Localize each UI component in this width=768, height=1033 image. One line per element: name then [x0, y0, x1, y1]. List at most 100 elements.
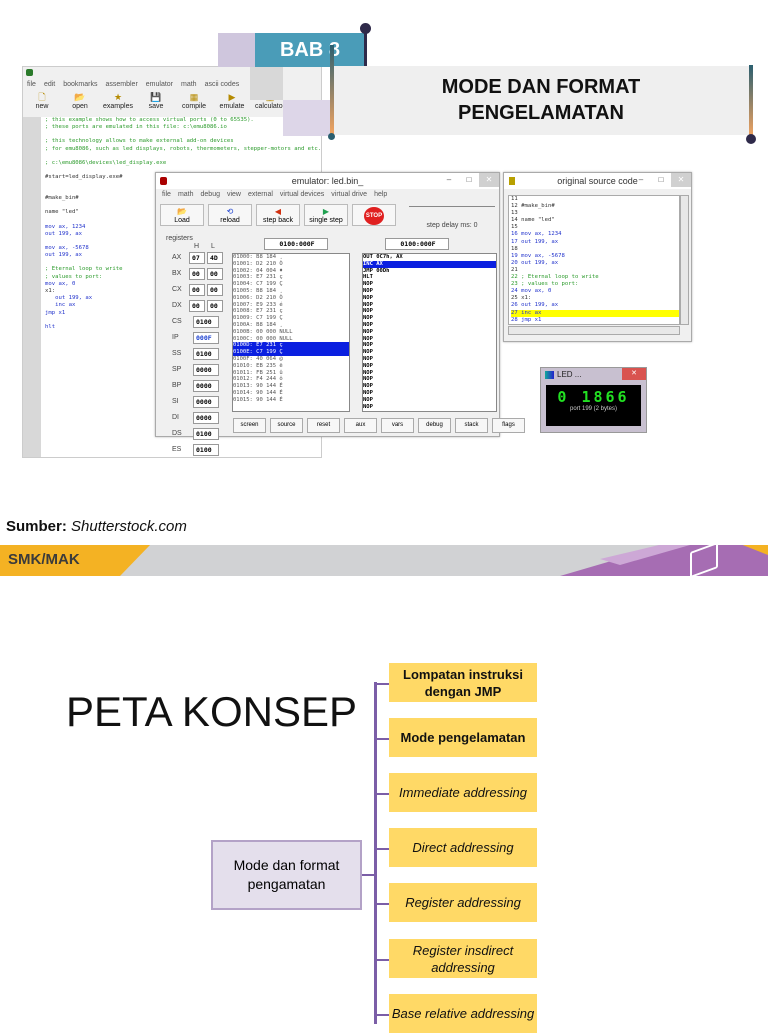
memory-row[interactable]: 0100A: B8 184 ¸: [233, 322, 349, 329]
menu-item-edit[interactable]: edit: [44, 81, 55, 88]
close-button[interactable]: ✕: [479, 173, 499, 187]
memory-address-field[interactable]: 0100:000F: [264, 238, 328, 250]
memory-row[interactable]: 0100F: 40 064 @: [233, 356, 349, 363]
register-CS-value[interactable]: 0100: [193, 316, 219, 328]
menu-item-assembler[interactable]: assembler: [105, 81, 137, 88]
screen-button[interactable]: screen: [233, 418, 266, 433]
register-ES-value[interactable]: 0100: [193, 444, 219, 456]
memory-row[interactable]: 01006: D2 210 Ò: [233, 295, 349, 302]
step-delay-slider[interactable]: step delay ms: 0: [409, 206, 495, 229]
stack-button[interactable]: stack: [455, 418, 488, 433]
disassembly-row[interactable]: NOP: [363, 342, 496, 349]
menu-item-math[interactable]: math: [178, 191, 194, 198]
toolbar-compile-button[interactable]: ▦ compile: [175, 93, 213, 111]
disassembly-row[interactable]: OUT 0C7h, AX: [363, 254, 496, 261]
memory-row[interactable]: 01015: 90 144 É: [233, 397, 349, 404]
toolbar-emulate-button[interactable]: ▶ emulate: [213, 93, 251, 111]
register-DX-low[interactable]: 00: [207, 300, 223, 312]
disassembly-address-field[interactable]: 0100:000F: [385, 238, 449, 250]
disassembly-row[interactable]: NOP: [363, 376, 496, 383]
menu-item-help[interactable]: help: [374, 191, 387, 198]
memory-row[interactable]: 01014: 90 144 É: [233, 390, 349, 397]
register-BP-value[interactable]: 0000: [193, 380, 219, 392]
stop-button[interactable]: STOP: [352, 204, 396, 226]
memory-row[interactable]: 0100C: 00 000 NULL: [233, 336, 349, 343]
disassembly-list[interactable]: OUT 0C7h, AX INC AX JMP 00Dh HLT NOP NOP NOP NO…: [362, 253, 497, 412]
disassembly-row[interactable]: NOP: [363, 397, 496, 404]
memory-row[interactable]: 0100E: C7 199 Ç: [233, 349, 349, 356]
disassembly-row[interactable]: NOP: [363, 404, 496, 411]
disassembly-row[interactable]: NOP: [363, 370, 496, 377]
disassembly-row[interactable]: NOP: [363, 336, 496, 343]
disassembly-row[interactable]: NOP: [363, 295, 496, 302]
minimize-button[interactable]: –: [631, 173, 651, 187]
register-DS-value[interactable]: 0100: [193, 428, 219, 440]
disassembly-row[interactable]: NOP: [363, 302, 496, 309]
menu-item-file[interactable]: file: [27, 81, 36, 88]
register-DI-value[interactable]: 0000: [193, 412, 219, 424]
menu-item-bookmarks[interactable]: bookmarks: [63, 81, 97, 88]
load-button[interactable]: 📂 Load: [160, 204, 204, 226]
menu-item-math[interactable]: math: [181, 81, 197, 88]
register-CX-low[interactable]: 00: [207, 284, 223, 296]
menu-item-view[interactable]: view: [227, 191, 241, 198]
memory-row[interactable]: 0100D: E7 231 ç: [233, 342, 349, 350]
disassembly-row[interactable]: ...: [363, 410, 496, 411]
register-IP-value[interactable]: 000F: [193, 332, 219, 344]
memory-row[interactable]: 01010: EB 235 ë: [233, 363, 349, 370]
register-CX-high[interactable]: 00: [189, 284, 205, 296]
register-BX-low[interactable]: 00: [207, 268, 223, 280]
toolbar-examples-button[interactable]: ★ examples: [99, 93, 137, 111]
disassembly-row[interactable]: NOP: [363, 281, 496, 288]
register-SP-value[interactable]: 0000: [193, 364, 219, 376]
register-DX-high[interactable]: 00: [189, 300, 205, 312]
register-SS-value[interactable]: 0100: [193, 348, 219, 360]
source-code-view[interactable]: 11 12 #make_bin# 13 14 name "led" 15 16 mov a…: [508, 195, 680, 325]
aux-button[interactable]: aux: [344, 418, 377, 433]
disassembly-row[interactable]: NOP: [363, 288, 496, 295]
disassembly-row[interactable]: HLT: [363, 274, 496, 281]
disassembly-row[interactable]: NOP: [363, 363, 496, 370]
register-BX-high[interactable]: 00: [189, 268, 205, 280]
memory-row[interactable]: 01009: C7 199 Ç: [233, 315, 349, 322]
disassembly-row[interactable]: NOP: [363, 356, 496, 363]
toolbar-save-button[interactable]: 💾 save: [137, 93, 175, 111]
menu-item-file[interactable]: file: [162, 191, 171, 198]
vars-button[interactable]: vars: [381, 418, 414, 433]
menu-item-virtual-drive[interactable]: virtual drive: [331, 191, 367, 198]
menu-item-virtual-devices[interactable]: virtual devices: [280, 191, 324, 198]
menu-item-debug[interactable]: debug: [201, 191, 220, 198]
memory-row[interactable]: 01013: 90 144 É: [233, 383, 349, 390]
close-button[interactable]: ✕: [622, 368, 646, 380]
memory-row[interactable]: 01000: B8 184 ¸: [233, 254, 349, 261]
menu-item-external[interactable]: external: [248, 191, 273, 198]
register-SI-value[interactable]: 0000: [193, 396, 219, 408]
register-AX-high[interactable]: 07: [189, 252, 205, 264]
close-button[interactable]: ✕: [671, 173, 691, 187]
memory-row[interactable]: 01004: C7 199 Ç: [233, 281, 349, 288]
disassembly-row[interactable]: NOP: [363, 383, 496, 390]
memory-row[interactable]: 01005: B8 184 ¸: [233, 288, 349, 295]
memory-list[interactable]: 01000: B8 184 ¸ 01001: D2 210 Ò 01002: 04 …: [232, 253, 350, 412]
reload-button[interactable]: ⟲ reload: [208, 204, 252, 226]
memory-row[interactable]: 01007: E9 233 é: [233, 302, 349, 309]
memory-row[interactable]: 01001: D2 210 Ò: [233, 261, 349, 268]
flags-button[interactable]: flags: [492, 418, 525, 433]
menu-item-ascii-codes[interactable]: ascii codes: [205, 81, 240, 88]
disassembly-row[interactable]: NOP: [363, 322, 496, 329]
minimize-button[interactable]: –: [439, 173, 459, 187]
disassembly-row[interactable]: NOP: [363, 315, 496, 322]
step-back-button[interactable]: ◀ step back: [256, 204, 300, 226]
maximize-button[interactable]: □: [651, 173, 671, 187]
memory-row[interactable]: 01002: 04 004 ♦: [233, 268, 349, 275]
memory-row[interactable]: 01008: E7 231 ç: [233, 308, 349, 315]
disassembly-row[interactable]: NOP: [363, 390, 496, 397]
disassembly-row[interactable]: NOP: [363, 308, 496, 315]
toolbar-new-button[interactable]: 🗋 new: [23, 93, 61, 111]
single-step-button[interactable]: ▶ single step: [304, 204, 348, 226]
register-AX-low[interactable]: 4D: [207, 252, 223, 264]
reset-button[interactable]: reset: [307, 418, 340, 433]
toolbar-open-button[interactable]: 📂 open: [61, 93, 99, 111]
disassembly-row[interactable]: JMP 00Dh: [363, 268, 496, 275]
source-button[interactable]: source: [270, 418, 303, 433]
